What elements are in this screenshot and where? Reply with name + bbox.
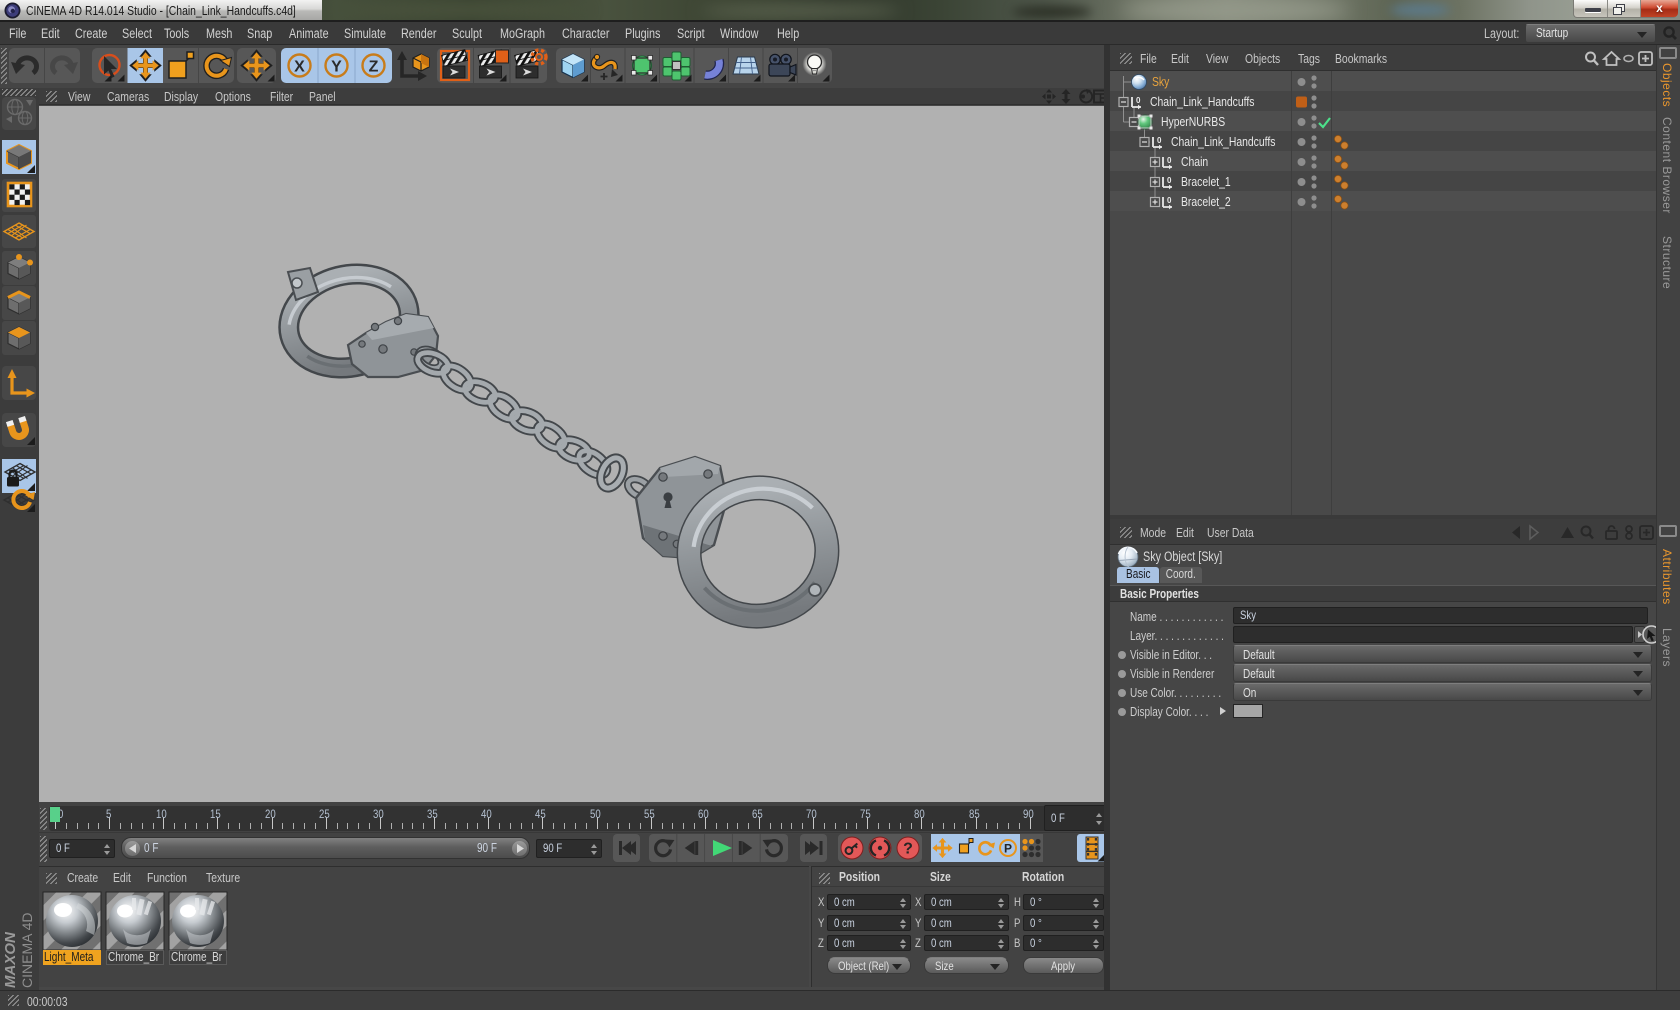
svg-text:Y: Y — [331, 59, 342, 76]
svg-text:P: P — [1004, 842, 1012, 856]
svg-text:?: ? — [903, 841, 913, 858]
svg-text:X: X — [294, 59, 305, 76]
svg-text:Z: Z — [369, 59, 379, 76]
